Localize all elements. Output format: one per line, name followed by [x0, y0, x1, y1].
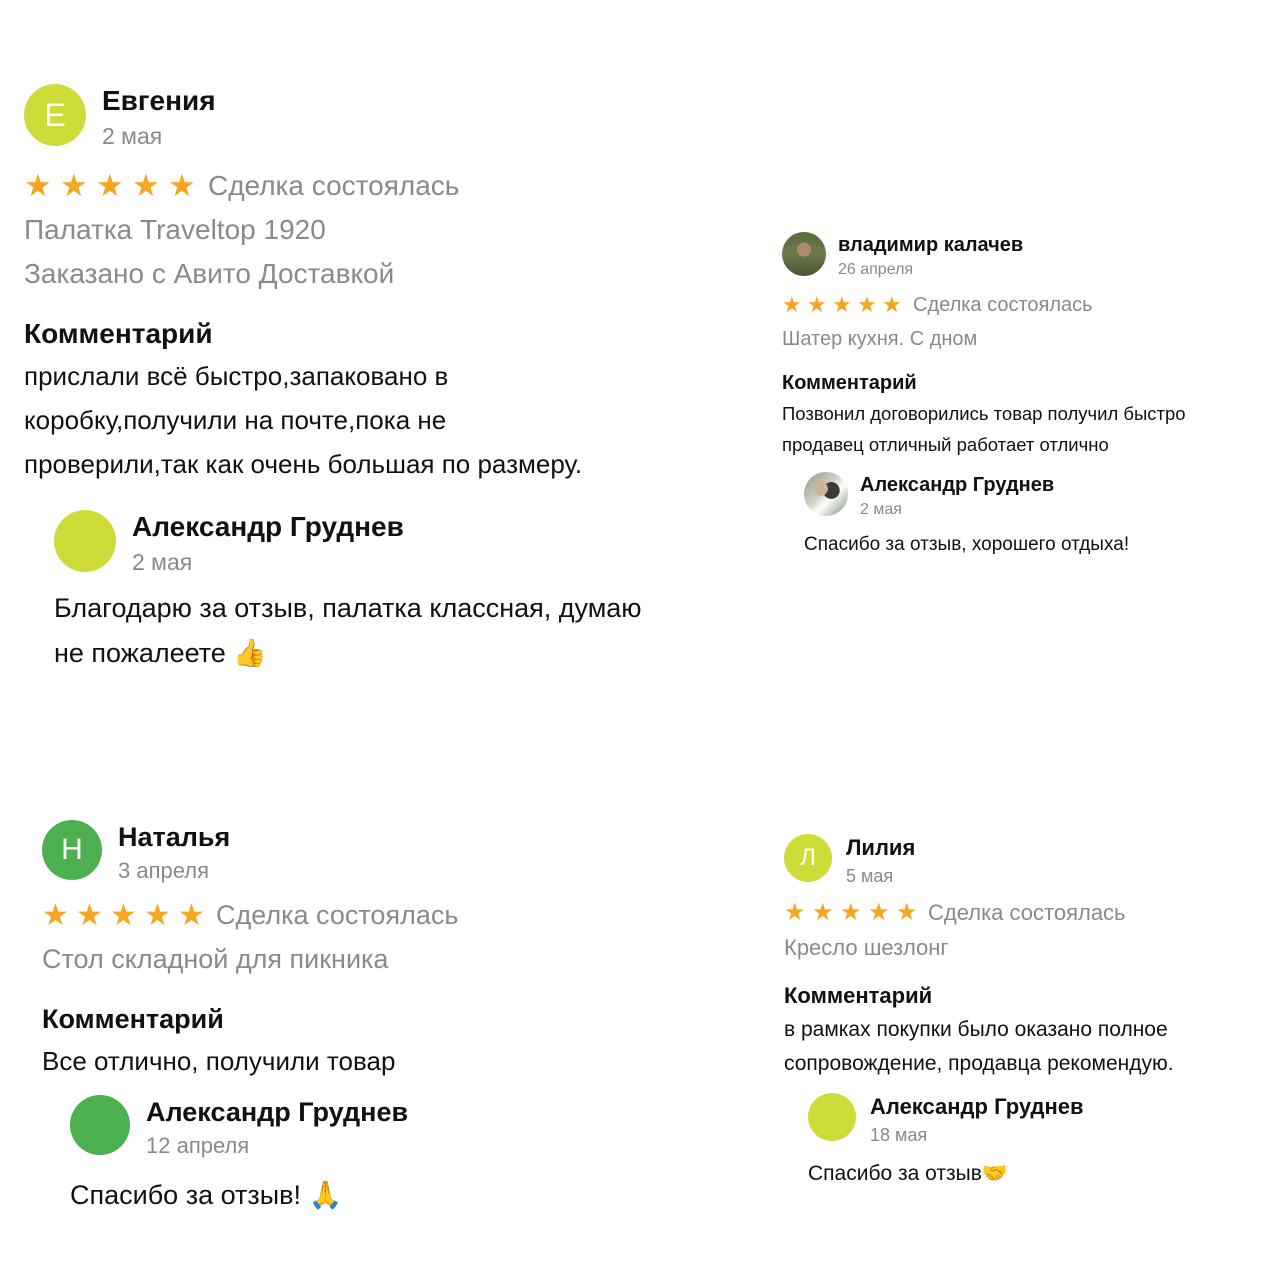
author-name[interactable]: Лилия — [846, 834, 915, 862]
reply-text: Спасибо за отзыв🤝 — [808, 1157, 1274, 1191]
reply-author-name[interactable]: Александр Груднев — [860, 472, 1054, 498]
reply-date: 2 мая — [860, 501, 902, 518]
star-icon: ★ — [882, 292, 902, 317]
deal-status: Сделка состоялась — [216, 900, 459, 930]
praying-hands-icon: 🙏 — [308, 1180, 343, 1210]
thumbs-up-icon: 👍 — [233, 638, 267, 668]
star-icon: ★ — [857, 292, 877, 317]
delivery-note: Заказано с Авито Доставкой — [24, 258, 395, 289]
rating: ★ ★ ★ ★ ★ Сделка состоялась — [24, 168, 744, 204]
review-header: Е Евгения 2 мая — [24, 84, 744, 154]
avatar[interactable] — [782, 232, 826, 276]
star-icon: ★ — [896, 899, 918, 926]
seller-reply: Александр Груднев 12 апреля Спасибо за о… — [70, 1095, 722, 1218]
comment-text: прислали всё быстро,запаковано в коробку… — [24, 361, 583, 479]
reply-date: 2 мая — [132, 549, 193, 575]
item-title[interactable]: Кресло шезлонг — [784, 929, 1274, 967]
rating: ★ ★ ★ ★ ★ Сделка состоялась — [42, 898, 722, 933]
star-icon: ★ — [782, 292, 802, 317]
reply-author-name[interactable]: Александр Груднев — [132, 510, 404, 544]
star-icon: ★ — [868, 899, 890, 926]
review-header: владимир калачев 26 апреля — [782, 232, 1274, 282]
star-icon: ★ — [812, 899, 834, 926]
item-title[interactable]: Шатер кухня. С дном — [782, 322, 1274, 356]
star-icon: ★ — [96, 168, 124, 203]
reply-author-name[interactable]: Александр Груднев — [870, 1093, 1084, 1121]
review-header: Л Лилия 5 мая — [784, 834, 1274, 890]
author-name[interactable]: владимир калачев — [838, 232, 1023, 258]
seller-reply: Александр Груднев 2 мая Спасибо за отзыв… — [804, 472, 1274, 560]
avatar[interactable] — [54, 510, 116, 572]
review-date: 26 апреля — [838, 261, 914, 278]
deal-status: Сделка состоялась — [208, 170, 460, 201]
review-card: Л Лилия 5 мая ★ ★ ★ ★ ★ Сделка состоялась Кр… — [784, 834, 1274, 1191]
reply-text: Благодарю за отзыв, палатка классная, ду… — [54, 586, 744, 676]
reply-text: Спасибо за отзыв, хорошего отдыха! — [804, 534, 1130, 555]
star-icon: ★ — [132, 168, 160, 203]
avatar[interactable] — [804, 472, 848, 516]
avatar[interactable]: Л — [784, 834, 832, 882]
comment-label: Комментарий — [42, 1004, 224, 1034]
star-icon: ★ — [76, 899, 103, 932]
comment-label: Комментарий — [784, 983, 933, 1008]
avatar[interactable]: Н — [42, 820, 102, 880]
reply-date: 12 апреля — [146, 1133, 250, 1158]
deal-status: Сделка состоялась — [913, 293, 1093, 316]
comment-text: Позвонил договорились товар получил быст… — [782, 403, 1186, 455]
star-icon: ★ — [807, 292, 827, 317]
handshake-icon: 🤝 — [981, 1162, 1009, 1185]
avatar[interactable]: Е — [24, 84, 86, 146]
review-card: Н Наталья 3 апреля ★ ★ ★ ★ ★ Сделка состояла… — [42, 820, 722, 1218]
star-icon: ★ — [110, 899, 137, 932]
author-name[interactable]: Евгения — [102, 84, 216, 118]
comment-text: в рамках покупки было оказано полное соп… — [784, 1018, 1174, 1075]
reply-author-name[interactable]: Александр Груднев — [146, 1095, 408, 1129]
deal-status: Сделка состоялась — [928, 899, 1126, 925]
review-header: Н Наталья 3 апреля — [42, 820, 722, 888]
avatar[interactable] — [808, 1093, 856, 1141]
item-title[interactable]: Стол складной для пикника — [42, 937, 722, 981]
rating: ★ ★ ★ ★ ★ Сделка состоялась — [782, 292, 1274, 318]
review-card: владимир калачев 26 апреля ★ ★ ★ ★ ★ Сделка … — [782, 232, 1274, 560]
star-icon: ★ — [168, 168, 196, 203]
star-icon: ★ — [178, 899, 205, 932]
review-date: 3 апреля — [118, 858, 209, 883]
star-icon: ★ — [144, 899, 171, 932]
review-date: 5 мая — [846, 866, 894, 886]
reply-date: 18 мая — [870, 1125, 928, 1145]
review-card: Е Евгения 2 мая ★ ★ ★ ★ ★ Сделка состоялась … — [24, 84, 744, 676]
item-title[interactable]: Палатка Traveltop 1920 — [24, 208, 744, 252]
seller-reply: Александр Груднев 18 мая Спасибо за отзы… — [808, 1093, 1274, 1191]
rating: ★ ★ ★ ★ ★ Сделка состоялась — [784, 898, 1274, 927]
star-icon: ★ — [832, 292, 852, 317]
star-icon: ★ — [60, 168, 88, 203]
star-icon: ★ — [840, 899, 862, 926]
star-icon: ★ — [784, 899, 806, 926]
author-name[interactable]: Наталья — [118, 820, 230, 854]
avatar[interactable] — [70, 1095, 130, 1155]
seller-reply: Александр Груднев 2 мая Благодарю за отз… — [54, 510, 744, 676]
comment-text: Все отлично, получили товар — [42, 1046, 396, 1076]
star-icon: ★ — [42, 899, 69, 932]
review-date: 2 мая — [102, 123, 163, 149]
star-icon: ★ — [24, 168, 52, 203]
comment-label: Комментарий — [782, 372, 917, 394]
reply-text: Спасибо за отзыв! 🙏 — [70, 1173, 722, 1218]
comment-label: Комментарий — [24, 318, 213, 349]
